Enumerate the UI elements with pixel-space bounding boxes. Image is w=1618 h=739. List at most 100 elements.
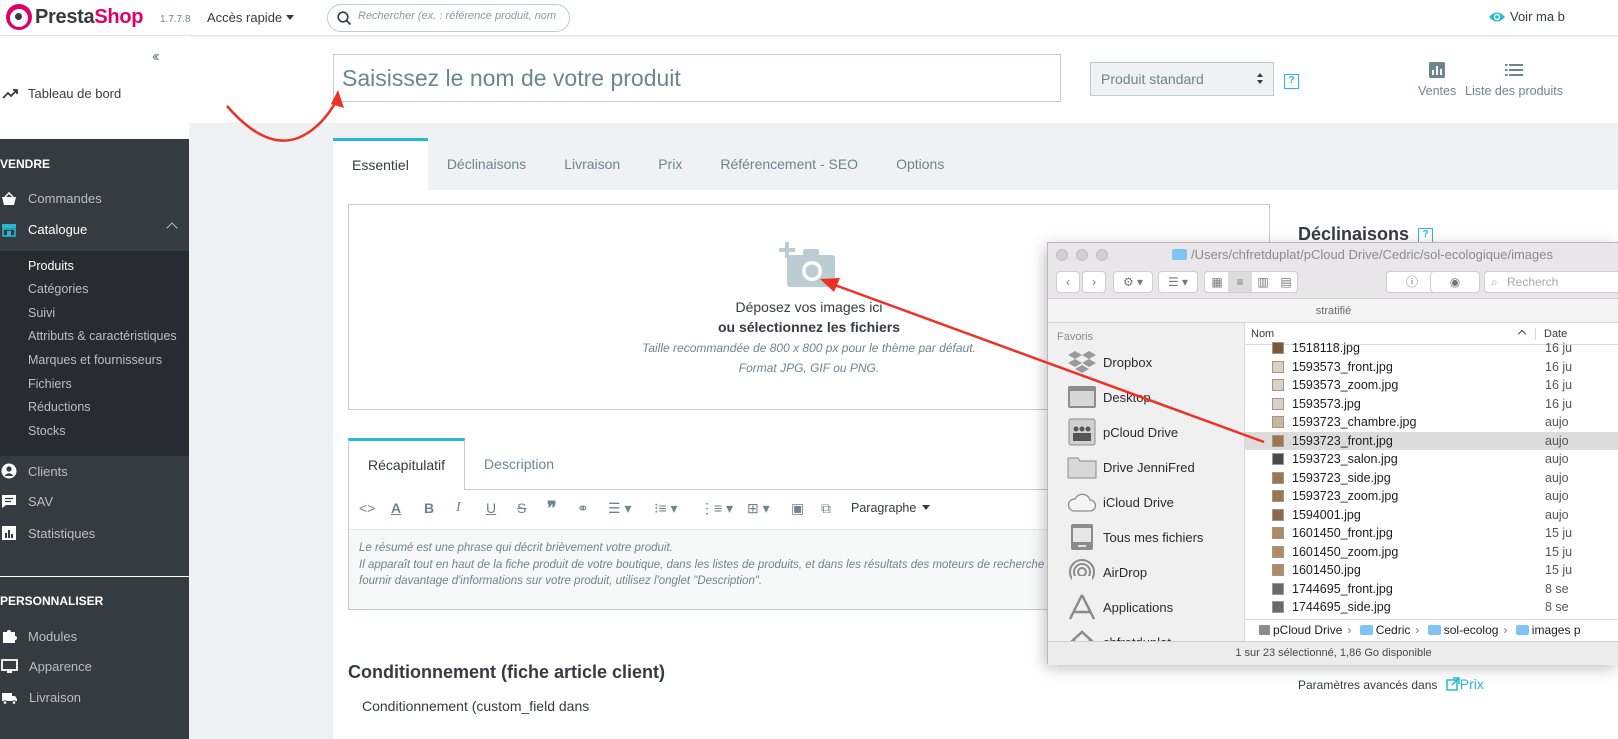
finder-sidebar-desktop[interactable]: Desktop [1066,382,1151,412]
sidebar-item-dashboard[interactable]: Tableau de bord [0,86,121,101]
path-segment[interactable]: sol-ecolog [1444,623,1499,637]
back-button[interactable]: ‹ [1056,271,1080,293]
finder-sidebar-dropbox[interactable]: Dropbox [1066,347,1152,377]
file-row[interactable]: 1593723_front.jpg aujo [1245,431,1618,450]
file-row[interactable]: 1593723_salon.jpg aujo [1245,450,1618,469]
help-icon[interactable]: ? [1418,228,1433,243]
path-segment[interactable]: pCloud Drive [1273,623,1342,637]
file-row[interactable]: 1744695_side.jpg 8 se [1245,598,1618,617]
quicklook-button[interactable]: ◉ [1430,271,1480,293]
tab-recapitulatif[interactable]: Récapitulatif [348,438,466,491]
sidebar-item-catalog[interactable]: Catalogue [0,222,87,237]
minimize-window-button[interactable] [1076,249,1088,261]
help-icon[interactable]: ? [1284,74,1299,89]
image-file-icon [1272,601,1284,613]
finder-sidebar-home[interactable]: chfretduplat [1066,627,1171,641]
file-row[interactable]: 1593723_side.jpg aujo [1245,469,1618,488]
home-icon [1066,627,1098,641]
view-shop-link[interactable]: Voir ma b [1488,9,1565,24]
underline-icon[interactable]: U [486,500,496,516]
file-row[interactable]: 1593573_front.jpg 16 ju [1245,358,1618,377]
sidebar-sub-brands[interactable]: Marques et fournisseurs [28,353,162,367]
search-input[interactable] [358,10,563,22]
sidebar-item-sav[interactable]: SAV [0,494,53,509]
sidebar-sub-files[interactable]: Fichiers [28,377,72,391]
finder-sidebar-pcloud[interactable]: pCloud Drive [1066,417,1178,447]
finder-sidebar-drive-jennifred[interactable]: Drive JenniFred [1066,452,1195,482]
image-icon[interactable]: ▣ [791,500,804,517]
file-row[interactable]: 1593573_zoom.jpg 16 ju [1245,376,1618,395]
finder-sidebar-applications[interactable]: Applications [1066,592,1173,622]
bullet-list-icon[interactable]: ⁝≡ ▾ [654,500,678,517]
forward-button[interactable]: › [1082,271,1106,293]
finder-sidebar-icloud[interactable]: iCloud Drive [1066,487,1174,517]
code-icon[interactable]: <> [359,500,375,516]
view-mode-selector[interactable]: ▦ ≡ ▥ ▤ [1204,271,1298,293]
collapse-sidebar-icon[interactable]: ‹‹ [152,48,159,66]
file-row[interactable]: 1593723_chambre.jpg aujo [1245,413,1618,432]
tab-essentiel[interactable]: Essentiel [333,138,428,190]
bold-icon[interactable]: B [424,500,434,516]
arrange-button[interactable]: ☰ ▾ [1158,271,1198,293]
icon-view-icon[interactable]: ▦ [1205,272,1229,292]
file-row[interactable]: 1744695_front.jpg 8 se [1245,580,1618,599]
table-icon[interactable]: ⊞ ▾ [747,500,770,517]
sidebar-sub-products[interactable]: Produits [28,259,74,273]
product-name-input[interactable] [333,54,1061,102]
path-segment[interactable]: Cedric [1376,623,1411,637]
align-icon[interactable]: ☰ ▾ [608,500,631,517]
quick-access-menu[interactable]: Accès rapide [207,10,295,25]
strikethrough-icon[interactable]: S [517,500,526,516]
media-icon[interactable]: ⧉ [821,500,831,517]
prestashop-logo[interactable]: PrestaShop [6,4,143,30]
column-view-icon[interactable]: ▥ [1251,272,1275,292]
tab-livraison[interactable]: Livraison [545,138,639,190]
tab-declinaisons[interactable]: Déclinaisons [428,138,545,190]
text-color-icon[interactable]: A [391,500,401,516]
sidebar-item-shipping[interactable]: Livraison [0,690,81,705]
sidebar-item-stats[interactable]: Statistiques [0,525,95,541]
prix-link[interactable]: Prix [1441,676,1484,692]
tab-options[interactable]: Options [877,138,963,190]
file-row[interactable]: 1518118.jpg 16 ju [1245,339,1618,358]
finder-sidebar-all-files[interactable]: Tous mes fichiers [1066,522,1203,552]
sidebar-item-appearance[interactable]: Apparence [0,659,92,674]
product-list-button[interactable]: Liste des produits [1465,62,1563,98]
file-row[interactable]: 1593573.jpg 16 ju [1245,395,1618,414]
file-row[interactable]: 1594001.jpg aujo [1245,506,1618,525]
sidebar-sub-tracking[interactable]: Suivi [28,306,55,320]
tab-description[interactable]: Description [465,438,573,490]
link-icon[interactable]: ⚭ [577,500,589,517]
close-window-button[interactable] [1056,249,1068,261]
sidebar-sub-discounts[interactable]: Réductions [28,400,91,414]
quote-icon[interactable]: ❞ [547,498,557,519]
desktop-icon [1066,382,1098,412]
gallery-view-icon[interactable]: ▤ [1274,272,1298,292]
list-view-icon[interactable]: ≡ [1228,272,1252,292]
finder-search-field[interactable]: ⌕ Recherch [1484,271,1618,293]
sidebar-top: ‹‹ Tableau de bord [0,36,189,139]
sales-button[interactable]: Ventes [1418,62,1456,98]
numbered-list-icon[interactable]: ⋮≡ ▾ [700,500,733,517]
search-box[interactable] [327,4,570,32]
sidebar-sub-attributes[interactable]: Attributs & caractéristiques [28,329,177,343]
file-row[interactable]: 1601450.jpg 15 ju [1245,561,1618,580]
sidebar-item-modules[interactable]: Modules [0,628,77,644]
finder-sidebar-airdrop[interactable]: AirDrop [1066,557,1147,587]
action-gear-button[interactable]: ⚙ ▾ [1113,271,1153,293]
path-segment[interactable]: images p [1532,623,1581,637]
zoom-window-button[interactable] [1096,249,1108,261]
tab-seo[interactable]: Référencement - SEO [701,138,877,190]
product-type-select[interactable]: Produit standard [1090,62,1274,96]
sidebar-item-orders[interactable]: Commandes [0,191,102,206]
italic-icon[interactable]: I [456,500,461,516]
file-row[interactable]: 1601450_zoom.jpg 15 ju [1245,543,1618,562]
sidebar-sub-categories[interactable]: Catégories [28,282,88,296]
file-row[interactable]: 1593723_zoom.jpg aujo [1245,487,1618,506]
file-row[interactable]: 1601450_front.jpg 15 ju [1245,524,1618,543]
paragraph-format-dropdown[interactable]: Paragraphe [851,501,931,515]
sidebar-sub-stocks[interactable]: Stocks [28,424,66,438]
tab-prix[interactable]: Prix [639,138,701,190]
finder-path-text: /Users/chfretduplat/pCloud Drive/Cedric/… [1191,247,1554,262]
sidebar-item-customers[interactable]: Clients [0,463,68,479]
